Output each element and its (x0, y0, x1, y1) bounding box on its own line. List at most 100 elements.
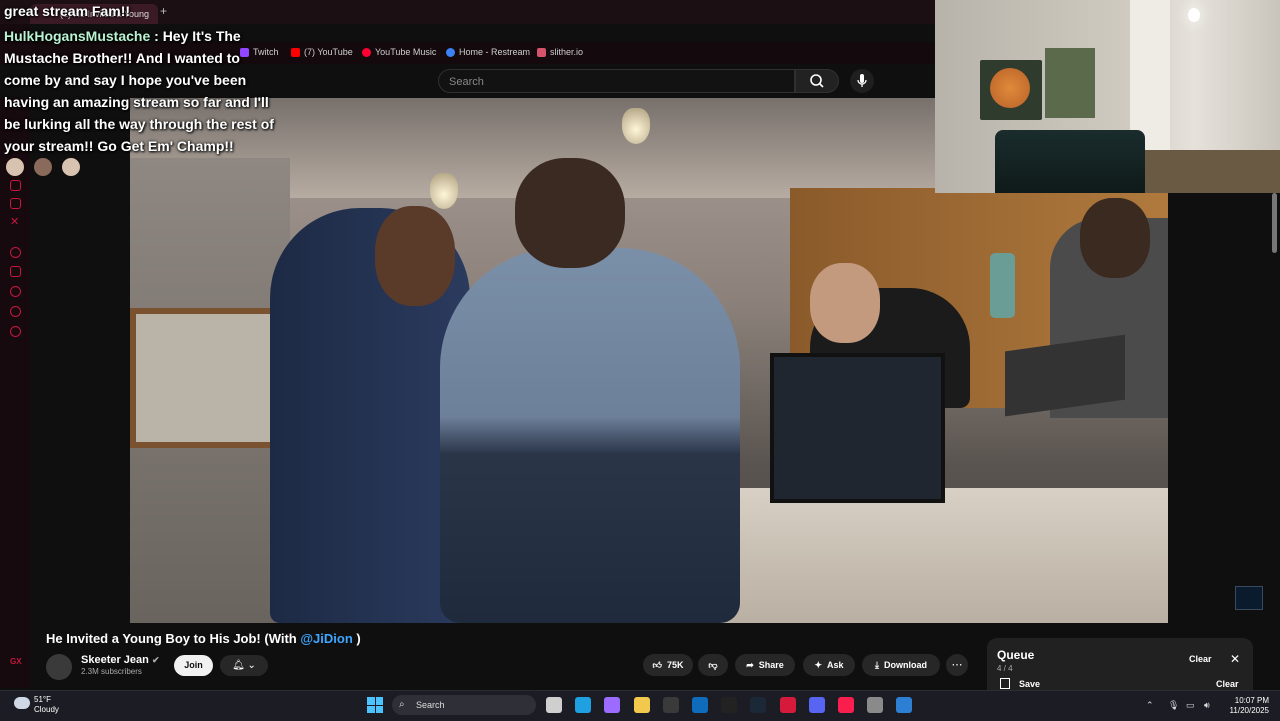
stream-chat-overlay: great stream Fam!! HulkHogansMustache : … (4, 0, 274, 157)
chevron-down-icon: ⌄ (247, 660, 256, 671)
weather-temperature: 51°F (34, 695, 51, 704)
tray-network-icon[interactable]: ▭ (1186, 700, 1195, 711)
history-sidebar-icon[interactable] (10, 286, 21, 297)
bookmark-restream[interactable]: Home - Restream (446, 47, 530, 57)
chat-badge-avatar (6, 158, 24, 176)
steam-icon[interactable] (750, 697, 766, 713)
queue-clear-button[interactable]: Clear (1189, 654, 1212, 664)
queue-title: Queue (997, 648, 1035, 662)
opera-icon[interactable] (780, 697, 796, 713)
video-scene-lamp (430, 173, 458, 209)
voice-search-button[interactable] (850, 69, 874, 93)
bookmark-youtube[interactable]: (7) YouTube (291, 47, 353, 57)
channel-watermark-icon[interactable] (1235, 586, 1263, 610)
page-scrollbar[interactable] (1272, 193, 1277, 253)
start-button-icon[interactable] (367, 697, 383, 713)
edge-icon[interactable] (575, 697, 591, 713)
tray-chevron-up-icon[interactable]: ⌃ (1146, 700, 1154, 711)
subscribe-notifications-button[interactable]: 🔔︎ ⌄ (220, 655, 268, 676)
bookmark-slither[interactable]: slither.io (537, 47, 583, 57)
sparkle-icon: ✦ (814, 659, 823, 670)
chat-message-text: : Hey It's The Mustache Brother!! And I … (4, 28, 274, 154)
video-title-text: He Invited a Young Boy to His Job! (With (46, 631, 301, 646)
video-person-boy-head (810, 263, 880, 343)
slither-icon (537, 47, 546, 57)
video-title-mention-link[interactable]: @JiDion (300, 631, 352, 646)
opera-gx-icon[interactable] (838, 697, 854, 713)
bookmark-youtube-music[interactable]: YouTube Music (362, 47, 436, 57)
channel-name-text: Skeeter Jean (81, 654, 149, 666)
chat-message: HulkHogansMustache : Hey It's The Mustac… (4, 25, 274, 157)
bookmark-save-icon[interactable] (1000, 678, 1010, 689)
clock-date: 11/20/2025 (1229, 706, 1269, 715)
ask-label: Ask (827, 660, 844, 670)
queue-close-icon[interactable]: ✕ (1230, 652, 1240, 666)
download-label: Download (883, 660, 927, 670)
taskbar-clock[interactable]: 10:07 PM 11/20/2025 (1225, 696, 1269, 716)
tray-volume-icon[interactable]: 🔊︎ (1204, 700, 1210, 711)
video-scene-phone (990, 253, 1015, 318)
more-actions-button[interactable]: ⋯ (946, 654, 968, 676)
calculator-icon[interactable] (663, 697, 679, 713)
video-scene-computer-monitor (770, 353, 945, 503)
share-button[interactable]: ➦ Share (735, 654, 795, 676)
share-label: Share (758, 660, 784, 670)
extensions-sidebar-icon[interactable] (10, 306, 21, 317)
x-sidebar-icon[interactable]: ✕ (10, 215, 19, 228)
ask-button[interactable]: ✦ Ask (803, 654, 855, 676)
search-icon (810, 74, 824, 88)
bookmark-label: slither.io (550, 47, 584, 57)
thumbs-up-icon: 👍︎ (652, 659, 662, 670)
download-icon: ⤓ (875, 659, 879, 670)
discord-icon[interactable] (809, 697, 825, 713)
copilot-icon[interactable] (604, 697, 620, 713)
video-person-right-head (1080, 198, 1150, 278)
task-view-icon[interactable] (546, 697, 562, 713)
join-button[interactable]: Join (174, 655, 213, 676)
file-explorer-icon[interactable] (634, 697, 650, 713)
youtube-music-icon (362, 47, 371, 57)
taskbar-search-icon: ⌕ (399, 699, 405, 710)
search-input[interactable]: Search (438, 69, 795, 93)
tray-microphone-icon[interactable]: 🎙︎ (1168, 700, 1179, 711)
app-blue-icon[interactable] (896, 697, 912, 713)
webcam-poster-art (990, 68, 1030, 108)
video-scene-window (130, 308, 280, 448)
channel-name[interactable]: Skeeter Jean ✔ (81, 654, 160, 666)
webcam-overlay (935, 0, 1280, 193)
chat-badges (6, 158, 80, 176)
settings-icon[interactable] (867, 697, 883, 713)
search-button[interactable] (795, 69, 839, 93)
video-person-hoodie-head (515, 158, 625, 268)
weather-widget[interactable]: 51°F Cloudy (34, 695, 59, 715)
restream-icon (446, 47, 455, 57)
microphone-icon (857, 74, 867, 87)
webcam-light (1188, 8, 1200, 22)
webcam-chair (995, 130, 1145, 193)
gx-logo-icon[interactable]: GX (10, 657, 22, 666)
chat-badge-avatar (34, 158, 52, 176)
weather-cloud-icon[interactable] (14, 697, 30, 709)
taskbar-search[interactable]: Search (392, 695, 536, 715)
chat-badge-avatar (62, 158, 80, 176)
video-person-suit-head (375, 206, 455, 306)
queue-clear-button-secondary[interactable]: Clear (1216, 679, 1239, 689)
channel-avatar[interactable] (46, 654, 72, 680)
twitch-sidebar-icon[interactable] (10, 198, 21, 209)
x-app-icon[interactable] (721, 697, 737, 713)
video-person-hoodie (440, 248, 740, 623)
queue-save-button[interactable]: Save (1019, 679, 1040, 689)
chat-previous-line: great stream Fam!! (4, 3, 131, 19)
like-button[interactable]: 👍︎ 75K (643, 654, 693, 676)
thumbs-down-icon: 👎︎ (708, 659, 718, 670)
opera-sidebar-icon[interactable] (10, 247, 21, 258)
wallet-sidebar-icon[interactable] (10, 266, 21, 277)
sidebar-app-icon[interactable] (10, 180, 21, 191)
settings-sidebar-icon[interactable] (10, 326, 21, 337)
queue-count: 4 / 4 (997, 664, 1013, 673)
outlook-icon[interactable] (692, 697, 708, 713)
video-title-text: ) (352, 631, 361, 646)
dislike-button[interactable]: 👎︎ (698, 654, 728, 676)
download-button[interactable]: ⤓ Download (862, 654, 940, 676)
verified-icon: ✔ (151, 655, 160, 665)
